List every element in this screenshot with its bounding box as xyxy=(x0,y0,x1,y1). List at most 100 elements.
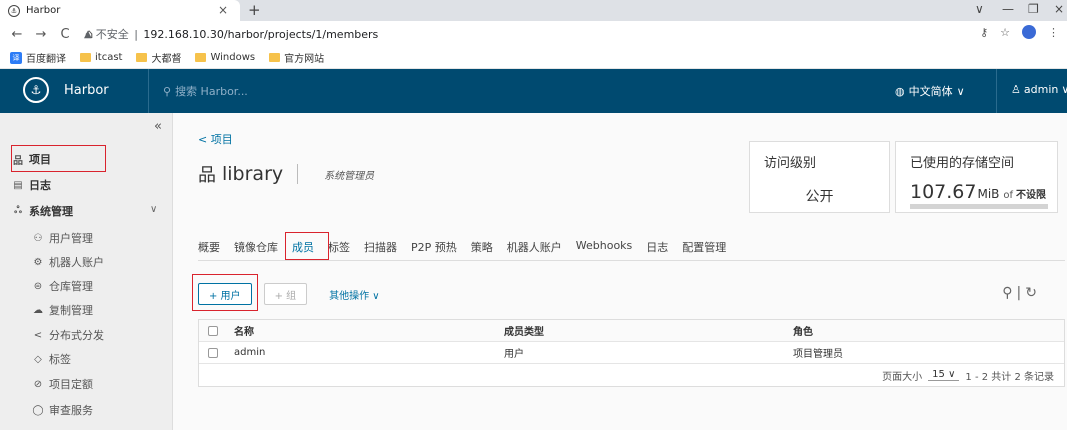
sidebar-item-quotas[interactable]: ⊘ 项目定额 xyxy=(32,376,93,392)
language-selector[interactable]: ◍ 中文简体 ∨ xyxy=(895,83,965,99)
maximize-button[interactable]: ❐ xyxy=(1028,2,1039,16)
browser-tab[interactable]: ⚓ Harbor × xyxy=(0,0,240,21)
bookmark-itcast[interactable]: itcast xyxy=(80,52,122,63)
sidebar-item-labels[interactable]: ◇ 标签 xyxy=(32,351,71,367)
menu-dots-icon[interactable]: ⋮ xyxy=(1048,26,1059,39)
tab-7[interactable]: 机器人账户 xyxy=(507,239,562,255)
bookmark-windows[interactable]: Windows xyxy=(195,52,255,63)
member-type: 用户 xyxy=(504,349,524,360)
pagination-summary: 1 - 2 共计 2 条记录 xyxy=(965,371,1054,383)
folder-icon xyxy=(269,53,281,62)
sidebar-item-replication[interactable]: ☁ 复制管理 xyxy=(32,302,93,318)
bookmark-official[interactable]: 官方网站 xyxy=(269,50,324,65)
page-size-label: 页面大小 xyxy=(882,371,923,383)
refresh-icon[interactable]: ↻ xyxy=(1025,285,1037,301)
tab-4[interactable]: 扫描器 xyxy=(364,239,397,255)
tab-search-chevron-icon[interactable]: ∨ xyxy=(975,2,984,16)
new-tab-button[interactable]: + xyxy=(248,1,261,19)
tab-10[interactable]: 配置管理 xyxy=(682,239,726,255)
title-divider xyxy=(297,164,299,184)
tab-8[interactable]: Webhooks xyxy=(576,239,633,255)
user-menu[interactable]: ♙ admin ∨ xyxy=(1011,83,1067,96)
user-icon: ♙ xyxy=(1011,83,1021,96)
insecure-label: 不安全 xyxy=(95,28,129,41)
storage-progress-bar xyxy=(910,204,1048,209)
admin-icon: ஃ xyxy=(14,205,22,216)
add-group-button[interactable]: + 组 xyxy=(263,283,308,305)
cloud-icon: ☁ xyxy=(33,304,43,316)
tab-9[interactable]: 日志 xyxy=(646,239,668,255)
project-name: library xyxy=(222,163,284,185)
warning-icon: ▲ xyxy=(84,28,92,40)
tab-6[interactable]: 策略 xyxy=(471,239,493,255)
sidebar-item-user-management[interactable]: ⚇ 用户管理 xyxy=(32,230,93,246)
table-row[interactable]: admin 用户 项目管理员 xyxy=(199,342,1064,364)
column-header-member-type[interactable]: 成员类型 xyxy=(504,323,544,338)
collapse-sidebar-icon[interactable]: « xyxy=(154,119,162,134)
close-window-button[interactable]: × xyxy=(1054,2,1064,16)
search-icon[interactable]: ⚲ xyxy=(1002,285,1012,301)
search-input[interactable]: 搜索 Harbor... xyxy=(175,83,248,99)
sidebar-item-admin[interactable]: ஃ 系统管理 xyxy=(12,203,73,219)
chevron-down-icon: ∨ xyxy=(1061,83,1067,96)
back-to-projects-link[interactable]: < 项目 xyxy=(198,131,233,147)
table-header-row: 名称 成员类型 角色 xyxy=(199,320,1064,342)
share-icon: < xyxy=(33,329,43,341)
reload-icon[interactable]: C xyxy=(58,27,72,42)
tab-close-icon[interactable]: × xyxy=(218,3,228,17)
members-table: 名称 成员类型 角色 admin 用户 项目管理员 页面大小 15 ∨ 1 - … xyxy=(198,319,1065,387)
browser-tabstrip: ⚓ Harbor × + ∨ — ❐ × xyxy=(0,0,1067,21)
storage-card: 已使用的存储空间 107.67 MiB of 不设限 xyxy=(895,141,1058,213)
bookmark-dadudu[interactable]: 大都督 xyxy=(136,50,181,65)
folder-icon xyxy=(136,53,148,62)
access-level-card: 访问级别 公开 xyxy=(749,141,890,213)
tab-3[interactable]: 标签 xyxy=(328,239,350,255)
chevron-down-icon: ∨ xyxy=(956,84,965,98)
star-icon[interactable]: ☆ xyxy=(1000,26,1010,39)
tab-5[interactable]: P2P 预热 xyxy=(411,239,457,255)
sidebar-item-interrogation[interactable]: ◯ 审查服务 xyxy=(32,402,93,418)
tab-0[interactable]: 概要 xyxy=(198,239,220,255)
page-title: 品 library 系统管理员 xyxy=(198,161,374,187)
tabs-divider xyxy=(198,260,1065,261)
harbor-favicon-icon: ⚓ xyxy=(8,4,20,17)
project-role: 系统管理员 xyxy=(324,170,375,182)
member-actions: + 用户 + 组 其他操作 ∨ xyxy=(198,283,380,305)
bookmark-translate[interactable]: 译百度翻译 xyxy=(10,50,66,65)
table-tools: ⚲ | ↻ xyxy=(1002,285,1037,301)
profile-avatar[interactable] xyxy=(1022,25,1036,39)
project-tabs: 概要 镜像仓库 成员 标签 扫描器 P2P 预热 策略 机器人账户 Webhooks 日志 配置管理 xyxy=(198,239,740,261)
key-icon[interactable]: ⚷ xyxy=(980,26,988,39)
sidebar-item-projects[interactable]: 品 项目 xyxy=(12,151,51,167)
globe-icon: ◍ xyxy=(895,84,905,98)
tools-divider: | xyxy=(1016,285,1022,301)
global-search[interactable]: ⚲ 搜索 Harbor... xyxy=(163,83,248,99)
minimize-button[interactable]: — xyxy=(1002,2,1014,16)
more-actions-dropdown[interactable]: 其他操作 ∨ xyxy=(329,287,380,302)
sidebar-item-distribution[interactable]: < 分布式分发 xyxy=(32,327,104,343)
tag-icon: ◇ xyxy=(34,353,42,365)
robot-icon: ⚙ xyxy=(33,256,43,268)
sidebar-item-robot-accounts[interactable]: ⚙ 机器人账户 xyxy=(32,254,104,270)
sidebar-item-registries[interactable]: ⊜ 仓库管理 xyxy=(32,278,93,294)
registry-icon: ⊜ xyxy=(33,280,43,292)
brand-name[interactable]: Harbor xyxy=(64,83,109,98)
harbor-logo-icon[interactable]: ⚓ xyxy=(23,77,49,103)
sidebar-item-logs[interactable]: ▤ 日志 xyxy=(12,177,51,193)
chevron-down-icon[interactable]: ∨ xyxy=(150,204,157,215)
column-header-role[interactable]: 角色 xyxy=(793,323,813,338)
url-field[interactable]: ▲ 不安全 | 192.168.10.30/harbor/projects/1/… xyxy=(84,25,378,43)
forward-arrow-icon[interactable]: → xyxy=(34,27,48,42)
column-header-name[interactable]: 名称 xyxy=(234,323,254,338)
access-level-value: 公开 xyxy=(805,189,834,205)
tab-1[interactable]: 镜像仓库 xyxy=(234,239,278,255)
select-all-checkbox[interactable] xyxy=(208,325,218,336)
address-bar: ← → C ⌂ ▲ 不安全 | 192.168.10.30/harbor/pro… xyxy=(0,21,1067,47)
quota-icon: ⊘ xyxy=(33,378,43,390)
add-user-button[interactable]: + 用户 xyxy=(198,283,252,305)
page-size-select[interactable]: 15 ∨ xyxy=(928,369,960,381)
storage-value: 107.67 MiB of 不设限 xyxy=(910,181,1047,203)
card-title: 已使用的存储空间 xyxy=(910,156,1015,171)
row-checkbox[interactable] xyxy=(208,347,218,358)
back-arrow-icon[interactable]: ← xyxy=(10,27,24,42)
